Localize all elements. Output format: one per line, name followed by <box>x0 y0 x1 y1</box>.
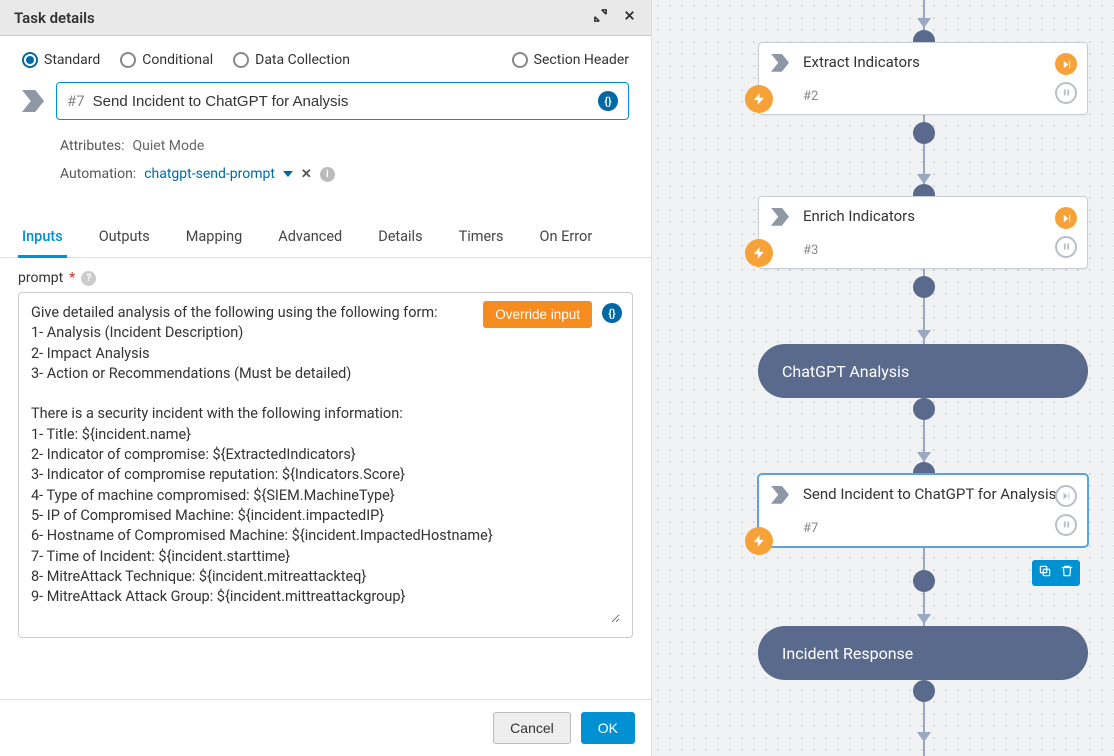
tab-on-error[interactable]: On Error <box>536 220 597 258</box>
connector-dot[interactable] <box>913 398 935 420</box>
arrow-down-icon <box>917 732 931 742</box>
skip-icon[interactable] <box>1055 207 1077 229</box>
task-number-prefix: #7 <box>67 92 85 110</box>
pause-icon[interactable] <box>1055 236 1077 258</box>
ok-button[interactable]: OK <box>581 712 635 744</box>
arrow-down-icon <box>917 452 931 462</box>
override-input-button[interactable]: Override input <box>483 301 592 328</box>
chevron-icon <box>771 208 789 226</box>
flow-section-incident-response[interactable]: Incident Response <box>758 626 1088 680</box>
radio-standard[interactable]: Standard <box>22 52 100 68</box>
chevron-icon <box>771 54 789 72</box>
tab-inputs[interactable]: Inputs <box>18 220 67 258</box>
copy-icon[interactable] <box>1038 564 1052 582</box>
arrow-down-icon <box>917 18 931 28</box>
prompt-input-wrap: Override input {} <box>18 292 633 638</box>
flow-node-enrich-indicators[interactable]: Enrich Indicators #3 <box>758 196 1088 269</box>
radio-icon <box>512 52 528 68</box>
arrow-down-icon <box>917 330 931 340</box>
close-icon[interactable] <box>622 8 637 27</box>
tab-outputs[interactable]: Outputs <box>95 220 154 258</box>
node-action-strip <box>1032 560 1080 586</box>
attributes-row: Attributes: Quiet Mode <box>0 132 651 160</box>
tab-mapping[interactable]: Mapping <box>182 220 247 258</box>
node-number: #7 <box>803 521 818 536</box>
tab-details[interactable]: Details <box>374 220 426 258</box>
chevron-down-icon[interactable] <box>283 171 293 177</box>
automation-link[interactable]: chatgpt-send-prompt <box>144 166 275 182</box>
arrow-down-icon <box>917 174 931 184</box>
info-icon[interactable]: i <box>320 167 335 182</box>
panel-title: Task details <box>14 9 95 27</box>
expand-icon[interactable] <box>593 8 608 27</box>
radio-section-header[interactable]: Section Header <box>512 52 629 68</box>
connector-dot[interactable] <box>913 570 935 592</box>
flow-node-send-incident-chatgpt[interactable]: Send Incident to ChatGPT for Analysis #7 <box>758 474 1088 547</box>
skip-icon[interactable] <box>1055 485 1077 507</box>
radio-data-collection[interactable]: Data Collection <box>233 52 350 68</box>
playbook-canvas[interactable]: Extract Indicators #2 Enrich Indicators <box>652 0 1114 756</box>
connector-dot[interactable] <box>913 276 935 298</box>
attributes-value: Quiet Mode <box>133 138 205 154</box>
chevron-icon <box>22 90 44 112</box>
task-name-input-wrap[interactable]: #7 {} <box>56 82 629 120</box>
connector-dot[interactable] <box>913 680 935 702</box>
clear-automation-icon[interactable]: ✕ <box>301 167 312 182</box>
chevron-icon <box>771 486 789 504</box>
radio-icon <box>22 52 38 68</box>
pill-title: Incident Response <box>782 644 913 663</box>
bolt-icon <box>745 527 773 555</box>
cancel-button[interactable]: Cancel <box>493 712 571 744</box>
variable-picker-icon[interactable]: {} <box>598 91 618 111</box>
prompt-field-label: prompt * ? <box>18 270 633 286</box>
node-number: #3 <box>803 243 818 258</box>
variable-picker-icon[interactable]: {} <box>602 303 622 323</box>
tab-advanced[interactable]: Advanced <box>274 220 346 258</box>
radio-icon <box>120 52 136 68</box>
skip-icon[interactable] <box>1055 53 1077 75</box>
tab-timers[interactable]: Timers <box>455 220 508 258</box>
flow-section-chatgpt-analysis[interactable]: ChatGPT Analysis <box>758 344 1088 398</box>
arrow-down-icon <box>917 614 931 624</box>
footer-bar: Cancel OK <box>0 699 651 756</box>
bolt-icon <box>745 239 773 267</box>
bolt-icon <box>745 85 773 113</box>
panel-header: Task details <box>0 0 651 36</box>
radio-conditional[interactable]: Conditional <box>120 52 213 68</box>
task-type-radios: Standard Conditional Data Collection Sec… <box>0 36 651 78</box>
automation-row: Automation: chatgpt-send-prompt ✕ i <box>0 160 651 188</box>
delete-icon[interactable] <box>1060 564 1074 582</box>
radio-icon <box>233 52 249 68</box>
help-icon[interactable]: ? <box>81 271 96 286</box>
tabs-bar: Inputs Outputs Mapping Advanced Details … <box>0 206 651 258</box>
task-name-input[interactable] <box>93 93 590 110</box>
node-number: #2 <box>803 89 818 104</box>
required-indicator: * <box>69 270 75 286</box>
prompt-textarea[interactable] <box>31 303 620 623</box>
connector-dot[interactable] <box>913 122 935 144</box>
task-details-panel: Task details Standard Conditional <box>0 0 652 756</box>
pill-title: ChatGPT Analysis <box>782 362 909 381</box>
flow-node-extract-indicators[interactable]: Extract Indicators #2 <box>758 42 1088 115</box>
pause-icon[interactable] <box>1055 82 1077 104</box>
pause-icon[interactable] <box>1055 514 1077 536</box>
